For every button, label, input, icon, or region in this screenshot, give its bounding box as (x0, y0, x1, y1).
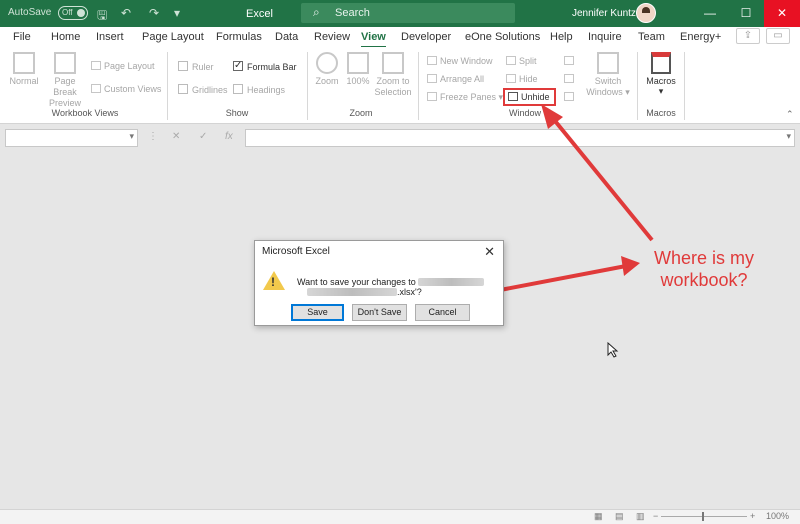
dont-save-button[interactable]: Don't Save (352, 304, 407, 321)
cancel-button[interactable]: Cancel (415, 304, 470, 321)
save-changes-dialog: Microsoft Excel ✕ ! Want to save your ch… (254, 240, 504, 326)
dialog-title: Microsoft Excel (262, 246, 330, 257)
dialog-message-line-2: .xlsx'? (397, 287, 422, 297)
zoom-level[interactable]: 100% (766, 511, 789, 521)
dialog-close-icon[interactable]: ✕ (484, 244, 495, 260)
redacted-filename (307, 288, 397, 296)
warning-exclamation-icon: ! (271, 275, 275, 289)
callout-line-1: Where is my (653, 248, 754, 268)
dialog-message-line-1: Want to save your changes to ' (297, 277, 420, 287)
zoom-slider[interactable] (661, 512, 747, 521)
zoom-in-button[interactable]: + (750, 511, 755, 521)
page-break-view-icon[interactable]: ▥ (636, 511, 645, 522)
arrow-to-dialog (494, 264, 627, 293)
normal-view-icon[interactable]: ▦ (594, 511, 603, 522)
zoom-out-button[interactable]: − (653, 511, 658, 521)
annotation-callout: Where is my workbook? (636, 247, 772, 291)
page-layout-view-icon[interactable]: ▤ (615, 511, 624, 522)
mouse-cursor-icon (607, 342, 619, 358)
arrow-to-unhide (549, 114, 654, 242)
save-button[interactable]: Save (291, 304, 344, 321)
redacted-filename (418, 278, 484, 286)
status-bar: ▦ ▤ ▥ − + 100% (0, 509, 800, 524)
callout-line-2: workbook? (660, 270, 748, 290)
